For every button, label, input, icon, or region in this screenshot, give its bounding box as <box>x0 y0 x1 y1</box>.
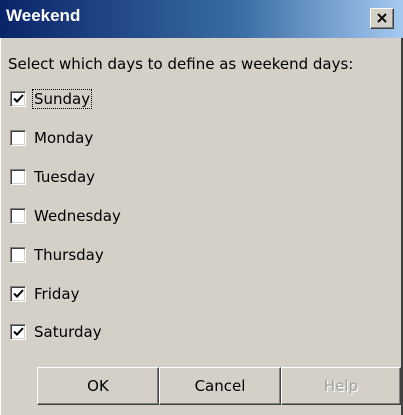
close-button[interactable] <box>370 8 394 29</box>
wednesday-checkbox[interactable] <box>10 208 26 224</box>
button-bar: OK Cancel Help <box>1 367 402 415</box>
tuesday-label[interactable]: Tuesday <box>32 167 97 187</box>
sunday-checkbox[interactable] <box>10 91 26 107</box>
friday-checkbox[interactable] <box>10 286 26 302</box>
monday-checkbox[interactable] <box>10 130 26 146</box>
wednesday-label[interactable]: Wednesday <box>32 206 123 226</box>
checkmark-icon <box>13 289 24 298</box>
friday-label[interactable]: Friday <box>32 284 81 304</box>
close-icon <box>377 13 387 23</box>
monday-label[interactable]: Monday <box>32 128 95 148</box>
tuesday-checkbox[interactable] <box>10 169 26 185</box>
dialog-body: Select which days to define as weekend d… <box>0 38 403 415</box>
sunday-label[interactable]: Sunday <box>32 89 93 109</box>
thursday-checkbox[interactable] <box>10 247 26 263</box>
window-title: Weekend <box>6 6 81 25</box>
saturday-checkbox[interactable] <box>10 324 26 340</box>
title-bar[interactable]: Weekend <box>0 0 403 38</box>
cancel-button[interactable]: Cancel <box>159 367 281 405</box>
saturday-label[interactable]: Saturday <box>32 322 104 342</box>
ok-button[interactable]: OK <box>37 367 159 405</box>
thursday-label[interactable]: Thursday <box>32 245 106 265</box>
instruction-label: Select which days to define as weekend d… <box>8 55 354 73</box>
help-button[interactable]: Help <box>281 367 401 405</box>
weekend-dialog: Weekend Select which days to define as w… <box>0 0 403 415</box>
checkmark-icon <box>13 327 24 336</box>
checkmark-icon <box>13 94 24 103</box>
